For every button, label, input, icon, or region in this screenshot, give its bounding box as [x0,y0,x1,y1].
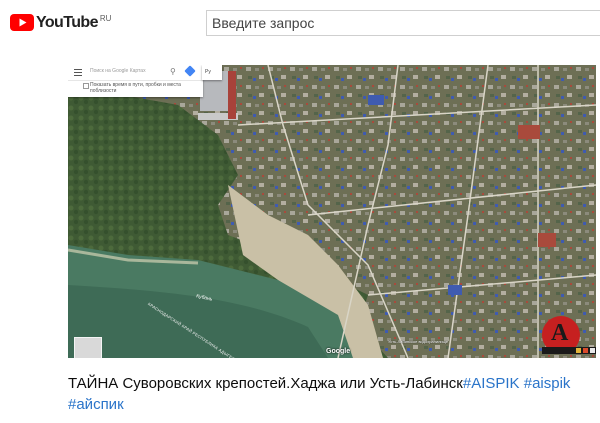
video-title: ТАЙНА Суворовских крепостей.Хаджа или Ус… [68,373,588,415]
hashtag-link[interactable]: #AISPIK [463,375,520,392]
search-input[interactable]: Введите запрос [206,10,600,36]
google-watermark: Google [326,348,351,355]
youtube-play-icon [10,14,34,31]
logo-text: YouTube [36,14,98,31]
map-search-input[interactable]: Поиск на Google Картах [90,68,146,74]
map-search-panel: Поиск на Google Картах ⚲ Показать время … [68,65,203,97]
youtube-logo[interactable]: YouTube RU [10,14,111,31]
hashtag-link[interactable]: #aispik [524,375,571,392]
search-icon[interactable]: ⚲ [170,67,176,76]
video-player[interactable]: Поиск на Google Картах ⚲ Показать время … [68,65,596,358]
satellite-map-frame [68,65,596,358]
masthead: YouTube RU Введите запрос [0,0,600,46]
menu-icon[interactable] [74,69,82,76]
hashtag-link[interactable]: #айспик [68,396,124,413]
channel-watermark-strip [542,347,596,354]
language-label: Ру [205,69,211,75]
language-selector[interactable]: Ру [202,65,222,80]
directions-icon[interactable] [184,65,196,77]
video-title-text: ТАЙНА Суворовских крепостей.Хаджа или Ус… [68,375,463,392]
map-type-thumbnail[interactable] [74,337,102,358]
map-hint: Показать время в пути, пробки и места по… [90,82,181,94]
map-search-row[interactable]: Поиск на Google Картах ⚲ [68,65,203,81]
logo-region: RU [99,14,112,23]
town-label: Усть-Лабинское водохранилище [388,339,449,344]
checkbox-icon[interactable] [83,83,89,89]
search-placeholder: Введите запрос [212,15,315,31]
